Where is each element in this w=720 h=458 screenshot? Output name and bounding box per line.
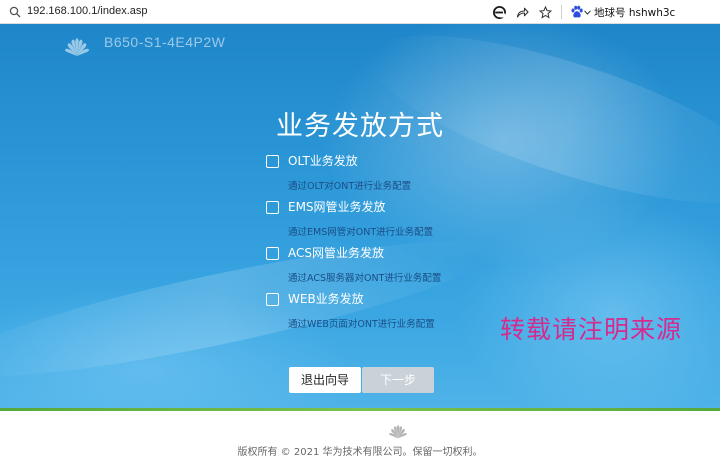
share-icon[interactable] bbox=[514, 4, 530, 20]
option-label[interactable]: OLT业务发放 bbox=[288, 152, 358, 169]
brand-green-divider bbox=[0, 408, 720, 411]
toolbar-divider bbox=[561, 5, 562, 19]
option-label[interactable]: WEB业务发放 bbox=[288, 290, 364, 307]
wizard-hero: B650-S1-4E4P2W 业务发放方式 OLT业务发放 通过OLT对ONT进… bbox=[0, 24, 720, 408]
option-description: 通过OLT对ONT进行业务配置 bbox=[288, 181, 412, 192]
search-icon bbox=[9, 6, 21, 18]
exit-wizard-button[interactable]: 退出向导 bbox=[289, 367, 361, 393]
repost-watermark: 转载请注明来源 bbox=[500, 315, 683, 344]
device-model: B650-S1-4E4P2W bbox=[104, 34, 226, 50]
olt-checkbox[interactable] bbox=[266, 155, 279, 168]
option-label[interactable]: EMS网管业务发放 bbox=[288, 198, 386, 215]
option-description: 通过ACS服务器对ONT进行业务配置 bbox=[288, 273, 442, 284]
page-title: 业务发放方式 bbox=[276, 111, 444, 142]
huawei-logo-icon bbox=[389, 425, 407, 439]
browser-address-bar: 192.168.100.1/index.asp 地球号 hshwh3c bbox=[0, 0, 720, 24]
favorite-star-icon[interactable] bbox=[537, 4, 553, 20]
chevron-down-icon[interactable] bbox=[582, 4, 592, 20]
ems-checkbox[interactable] bbox=[266, 201, 279, 214]
footer-copyright: 版权所有 © 2021 华为技术有限公司。保留一切权利。 bbox=[237, 447, 483, 458]
web-checkbox[interactable] bbox=[266, 293, 279, 306]
option-description: 通过WEB页面对ONT进行业务配置 bbox=[288, 319, 435, 330]
huawei-logo-icon bbox=[65, 38, 89, 56]
url-field[interactable]: 192.168.100.1/index.asp bbox=[27, 5, 148, 17]
option-description: 通过EMS网管对ONT进行业务配置 bbox=[288, 227, 434, 238]
next-step-button[interactable]: 下一步 bbox=[362, 367, 434, 393]
search-engine-label[interactable]: 地球号 hshwh3c bbox=[594, 5, 675, 20]
edge-icon[interactable] bbox=[491, 4, 507, 20]
acs-checkbox[interactable] bbox=[266, 247, 279, 260]
option-label[interactable]: ACS网管业务发放 bbox=[288, 244, 384, 261]
